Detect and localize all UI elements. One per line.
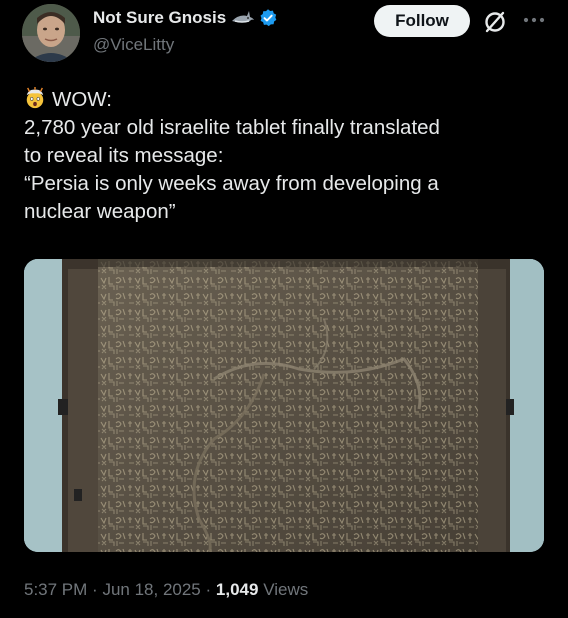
author-handle[interactable]: @ViceLitty: [93, 35, 174, 55]
avatar[interactable]: [22, 4, 80, 62]
tweet-media-image[interactable]: [24, 259, 544, 552]
tweet-line-2: 2,780 year old israelite tablet finally …: [24, 116, 440, 139]
meta-separator: ·: [205, 580, 212, 599]
verified-badge-icon: [260, 9, 277, 27]
views-count: 1,049: [215, 580, 259, 599]
tweet-header: Not Sure Gnosis @ViceLitty Follow: [0, 0, 568, 70]
tweet-text: WOW: 2,780 year old israelite tablet fin…: [24, 86, 554, 226]
avatar-photo: [22, 4, 80, 62]
tweet-line: WOW:: [24, 86, 554, 114]
author-display-name[interactable]: Not Sure Gnosis: [93, 8, 226, 28]
exploding-head-emoji-icon: [26, 87, 44, 109]
tweet-date[interactable]: Jun 18, 2025: [102, 580, 200, 599]
grok-icon[interactable]: [480, 7, 510, 37]
tweet-line-5: nuclear weapon”: [24, 200, 176, 223]
more-options-icon[interactable]: [521, 12, 547, 28]
author-name-row[interactable]: Not Sure Gnosis: [93, 8, 278, 28]
views-label: Views: [263, 580, 309, 599]
tweet-time[interactable]: 5:37 PM: [24, 580, 87, 599]
meta-separator: ·: [92, 580, 98, 599]
tweet-metadata: 5:37 PM · Jun 18, 2025 · 1,049 Views: [24, 580, 308, 600]
tweet-line-4: “Persia is only weeks away from developi…: [24, 172, 439, 195]
tweet-line-3: to reveal its message:: [24, 144, 224, 167]
stone-tablet-photo: [24, 259, 544, 552]
follow-button[interactable]: Follow: [374, 5, 470, 37]
tweet-line-1: WOW:: [52, 88, 112, 111]
shark-emoji-icon: [232, 11, 255, 23]
